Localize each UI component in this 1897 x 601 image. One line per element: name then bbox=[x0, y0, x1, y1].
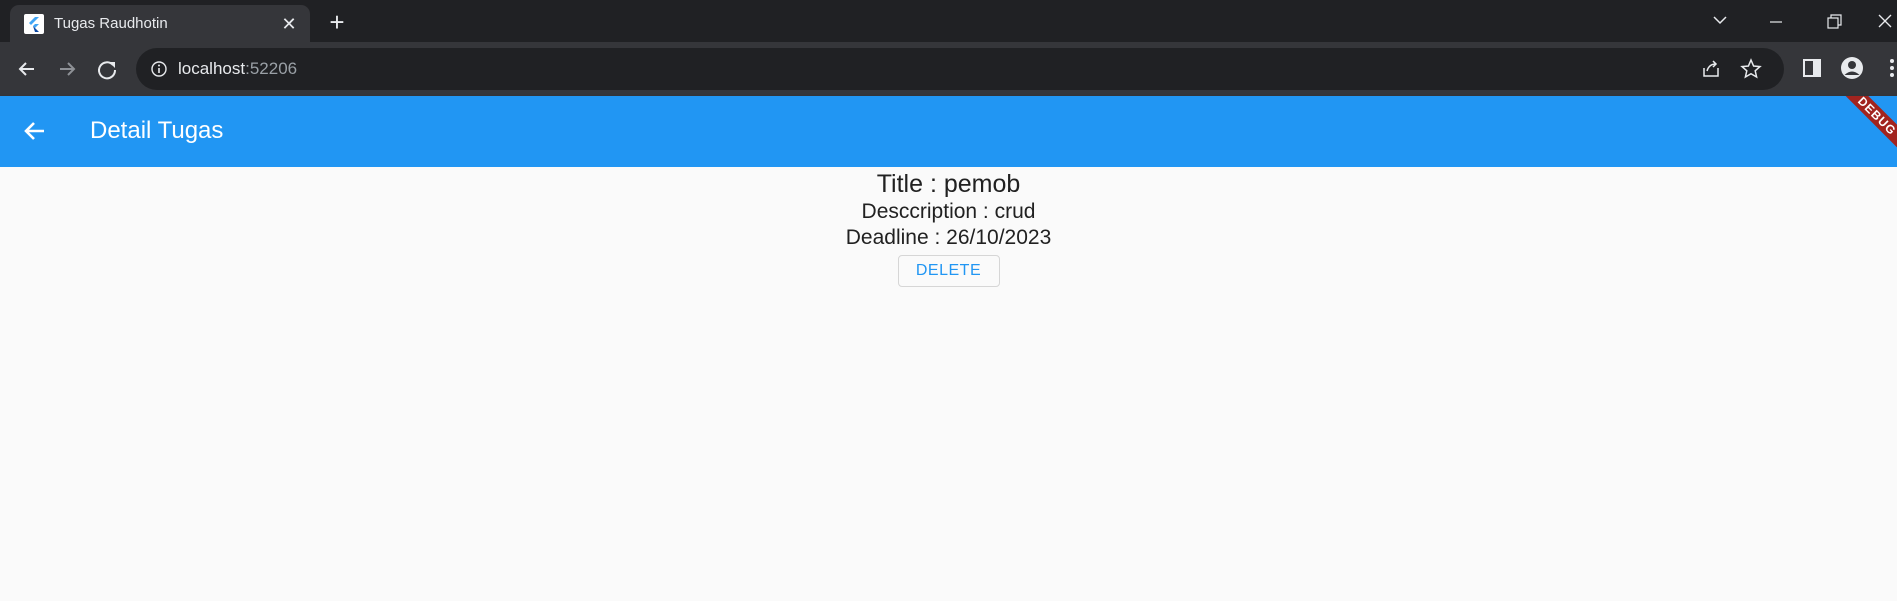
task-detail: Title : pemob Desccription : crud Deadli… bbox=[0, 167, 1897, 287]
page-title: Detail Tugas bbox=[90, 117, 224, 144]
tab-search-chevron-icon[interactable] bbox=[1700, 4, 1740, 36]
back-arrow-icon[interactable] bbox=[18, 114, 52, 148]
reload-icon[interactable] bbox=[92, 54, 122, 84]
browser-menu-icon[interactable] bbox=[1880, 56, 1897, 80]
new-tab-button[interactable]: + bbox=[322, 8, 352, 38]
browser-toolbar: localhost:52206 bbox=[0, 42, 1897, 96]
tab-title: Tugas Raudhotin bbox=[54, 15, 168, 32]
back-arrow-icon[interactable] bbox=[12, 54, 42, 84]
app-bar: Detail Tugas DEBUG bbox=[0, 96, 1897, 167]
site-info-icon[interactable] bbox=[150, 60, 168, 78]
url-host: localhost bbox=[178, 59, 246, 78]
forward-arrow-icon[interactable] bbox=[52, 54, 82, 84]
close-tab-icon[interactable]: ✕ bbox=[278, 13, 300, 35]
restore-icon[interactable] bbox=[1814, 4, 1854, 36]
delete-button[interactable]: DELETE bbox=[897, 255, 1000, 287]
detail-body: Title : pemob Desccription : crud Deadli… bbox=[0, 167, 1897, 601]
address-bar[interactable]: localhost:52206 bbox=[136, 48, 1784, 90]
profile-avatar-icon[interactable] bbox=[1840, 56, 1864, 80]
browser-tab[interactable]: Tugas Raudhotin ✕ bbox=[10, 5, 310, 42]
tab-strip: Tugas Raudhotin ✕ + bbox=[0, 0, 1897, 42]
debug-banner: DEBUG bbox=[1828, 96, 1897, 165]
task-title: Title : pemob bbox=[876, 170, 1021, 198]
url-text: localhost:52206 bbox=[178, 59, 297, 79]
bookmark-star-icon[interactable] bbox=[1740, 58, 1762, 80]
task-description: Desccription : crud bbox=[861, 200, 1036, 223]
url-port: :52206 bbox=[245, 59, 298, 78]
task-deadline: Deadline : 26/10/2023 bbox=[845, 226, 1052, 249]
side-panel-icon[interactable] bbox=[1800, 56, 1824, 80]
window-close-icon[interactable] bbox=[1866, 4, 1897, 36]
minimize-icon[interactable] bbox=[1756, 4, 1796, 36]
share-icon[interactable] bbox=[1700, 58, 1722, 80]
flutter-favicon-icon bbox=[24, 14, 44, 34]
